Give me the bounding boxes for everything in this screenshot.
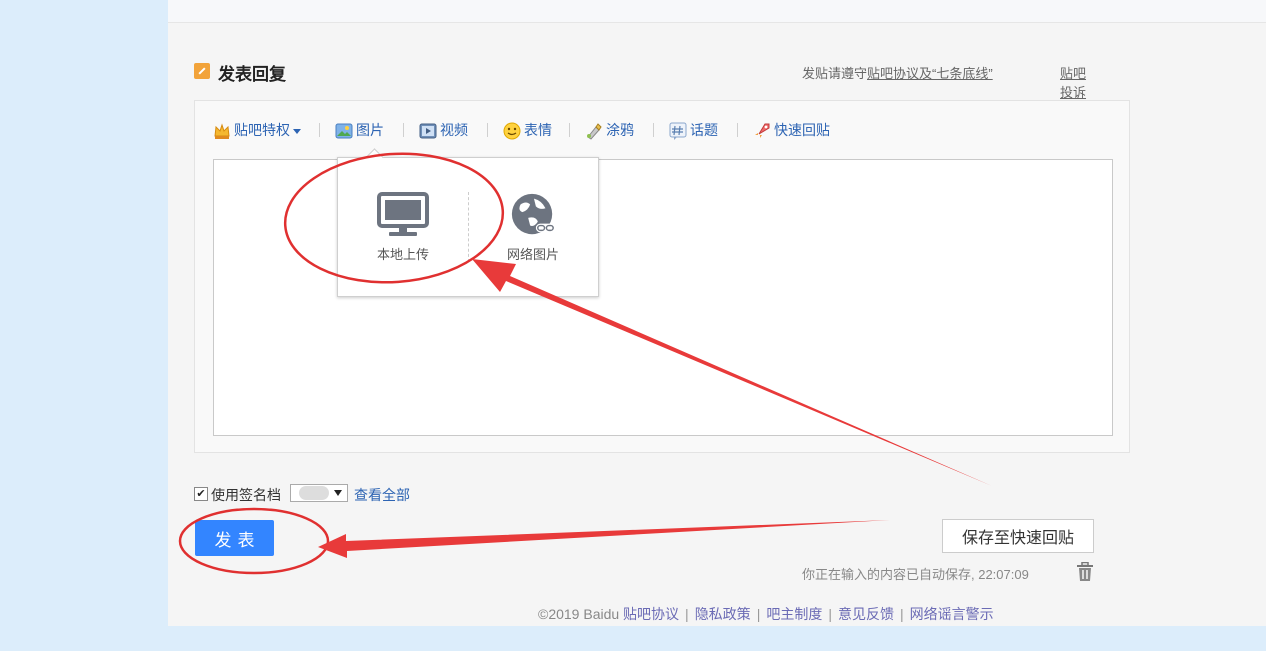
image-label: 图片	[356, 122, 384, 138]
privilege-button[interactable]: 贴吧特权	[213, 119, 301, 141]
footer: ©2019 Baidu 贴吧协议 | 隐私政策 | 吧主制度 | 意见反馈 | 网络谣言警示	[538, 606, 994, 622]
emoji-label: 表情	[524, 122, 552, 138]
globe-icon	[511, 193, 556, 235]
privilege-label: 贴吧特权	[234, 122, 290, 138]
picture-icon	[335, 123, 353, 139]
video-icon	[419, 123, 437, 139]
footer-link-agreement[interactable]: 贴吧协议	[623, 606, 679, 622]
top-band	[168, 0, 1266, 23]
post-title: 发表回复	[218, 65, 286, 84]
crown-icon	[214, 123, 230, 140]
footer-link-privacy[interactable]: 隐私政策	[695, 606, 751, 622]
rules-notice: 发贴请遵守贴吧协议及“七条底线”	[802, 63, 993, 82]
topic-button[interactable]: 话题	[669, 119, 718, 141]
signature-preview	[299, 486, 329, 500]
rules-prefix: 发贴请遵守	[802, 66, 868, 81]
copyright: ©2019 Baidu	[538, 606, 620, 622]
toolbar-divider	[403, 123, 404, 137]
submit-button[interactable]: 发表	[195, 520, 274, 556]
edit-icon	[194, 63, 210, 79]
local-upload-option[interactable]: 本地上传	[348, 188, 458, 268]
signature-checkbox[interactable]: ✔	[194, 487, 208, 501]
toolbar-divider	[653, 123, 654, 137]
doodle-button[interactable]: 涂鸦	[585, 119, 634, 141]
web-image-option[interactable]: 网络图片	[478, 188, 588, 268]
quick-reply-label: 快速回贴	[774, 122, 830, 138]
footer-link-moderator[interactable]: 吧主制度	[766, 606, 822, 622]
signature-label: 使用签名档	[211, 487, 281, 503]
rules-link[interactable]: 贴吧协议及“七条底线”	[867, 66, 993, 81]
video-label: 视频	[440, 122, 468, 138]
signature-select[interactable]	[290, 484, 348, 502]
doodle-label: 涂鸦	[606, 122, 634, 138]
monitor-icon	[377, 192, 429, 236]
image-button[interactable]: 图片	[335, 119, 384, 141]
video-button[interactable]: 视频	[419, 119, 468, 141]
trash-icon[interactable]	[1076, 562, 1094, 582]
web-image-label: 网络图片	[506, 247, 559, 262]
toolbar-divider	[569, 123, 570, 137]
autosave-status: 你正在输入的内容已自动保存, 22:07:09	[802, 567, 1029, 582]
post-header: 发表回复 发贴请遵守贴吧协议及“七条底线” 贴吧投诉	[194, 60, 1094, 100]
view-all-link[interactable]: 查看全部	[354, 485, 410, 505]
emoji-button[interactable]: 表情	[503, 119, 552, 141]
toolbar-divider	[737, 123, 738, 137]
save-quick-reply-button[interactable]: 保存至快速回贴	[942, 519, 1094, 553]
chevron-down-icon	[293, 128, 301, 134]
page-container: 发表回复 发贴请遵守贴吧协议及“七条底线” 贴吧投诉 贴吧特权 图片 视频 表情…	[168, 0, 1266, 626]
editor-toolbar: 贴吧特权 图片 视频 表情 涂鸦 话题 快速回贴	[213, 119, 913, 141]
toolbar-divider	[319, 123, 320, 137]
paint-brush-icon	[587, 123, 602, 140]
smiley-icon	[503, 122, 521, 140]
topic-label: 话题	[690, 122, 718, 138]
footer-link-feedback[interactable]: 意见反馈	[838, 606, 894, 622]
footer-link-rumor[interactable]: 网络谣言警示	[910, 606, 994, 622]
local-upload-label: 本地上传	[376, 247, 429, 262]
toolbar-divider	[487, 123, 488, 137]
rocket-icon	[755, 123, 770, 139]
hashtag-icon	[669, 122, 687, 141]
editor-container: 贴吧特权 图片 视频 表情 涂鸦 话题 快速回贴 本地上传 网络图片	[194, 100, 1130, 453]
chevron-down-icon	[334, 490, 342, 496]
complaint-link[interactable]: 贴吧投诉	[1060, 63, 1094, 101]
popup-divider	[468, 192, 469, 262]
quick-reply-button[interactable]: 快速回贴	[753, 119, 830, 141]
image-upload-popup: 本地上传 网络图片	[337, 157, 599, 297]
